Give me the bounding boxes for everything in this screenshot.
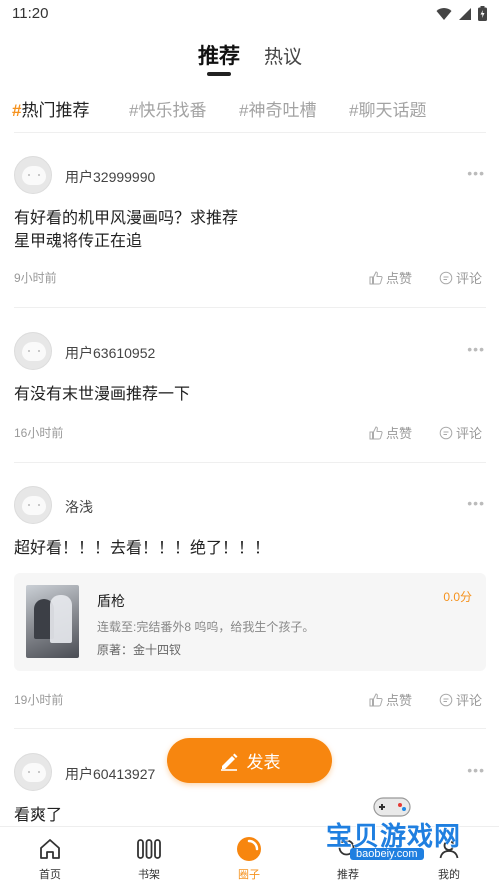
topic-chat[interactable]: #聊天话题 xyxy=(349,96,426,121)
home-icon xyxy=(40,839,60,859)
username[interactable]: 用户32999990 xyxy=(65,167,155,187)
top-tabs: 推荐 热议 xyxy=(0,36,499,80)
username[interactable]: 洛浅 xyxy=(65,497,93,517)
post-time: 9小时前 xyxy=(14,271,57,285)
nav-label: 书架 xyxy=(138,869,160,881)
edit-icon xyxy=(220,753,237,771)
topic-label: 神奇吐槽 xyxy=(248,101,317,120)
comment-label: 评论 xyxy=(456,693,483,708)
battery-icon xyxy=(478,6,487,21)
username[interactable]: 用户63610952 xyxy=(65,343,155,363)
post-content[interactable]: 看爽了 xyxy=(14,804,62,827)
avatar[interactable] xyxy=(14,156,52,194)
post-content[interactable]: 超好看！！！去看！！！绝了！！！ xyxy=(14,537,270,560)
wifi-icon xyxy=(436,7,452,20)
topic-bar: #热门推荐 #快乐找番 #神奇吐槽 #聊天话题 xyxy=(0,92,499,124)
status-time: 11:20 xyxy=(12,5,49,22)
status-bar: 11:20 xyxy=(0,0,499,28)
nav-circle[interactable]: 圈子 xyxy=(219,835,279,882)
comment-button[interactable]: 评论 xyxy=(439,268,482,287)
book-title: 盾枪 xyxy=(97,593,125,609)
more-icon[interactable]: ••• xyxy=(467,341,485,357)
topic-label: 聊天话题 xyxy=(358,101,427,120)
tab-indicator xyxy=(207,72,231,76)
like-label: 点赞 xyxy=(386,426,413,441)
profile-icon xyxy=(439,840,459,859)
bottom-nav: 首页 书架 圈子 推荐 我的 xyxy=(0,826,499,887)
like-label: 点赞 xyxy=(386,693,413,708)
more-icon[interactable]: ••• xyxy=(467,165,485,181)
nav-recommend[interactable]: 推荐 xyxy=(318,835,378,882)
thumbs-up-icon xyxy=(369,270,383,284)
thumbs-up-icon xyxy=(369,692,383,706)
avatar[interactable] xyxy=(14,753,52,791)
post-time: 19小时前 xyxy=(14,693,64,707)
bookshelf-icon xyxy=(137,839,161,859)
like-button[interactable]: 点赞 xyxy=(369,690,412,709)
comment-icon xyxy=(439,426,453,439)
comment-icon xyxy=(439,693,453,706)
like-label: 点赞 xyxy=(386,271,413,286)
tab-hot[interactable]: 热议 xyxy=(264,42,302,69)
comment-label: 评论 xyxy=(456,271,483,286)
nav-label: 首页 xyxy=(39,869,61,881)
nav-bookshelf[interactable]: 书架 xyxy=(119,835,179,882)
nav-label: 圈子 xyxy=(238,869,260,881)
comment-icon xyxy=(439,271,453,284)
book-score: 0.0分 xyxy=(443,590,472,604)
topic-find-anime[interactable]: #快乐找番 xyxy=(129,96,206,121)
post-time: 16小时前 xyxy=(14,426,64,440)
comment-button[interactable]: 评论 xyxy=(439,423,482,442)
topic-rant[interactable]: #神奇吐槽 xyxy=(239,96,316,121)
status-icons xyxy=(436,6,487,21)
like-button[interactable]: 点赞 xyxy=(369,423,412,442)
avatar[interactable] xyxy=(14,486,52,524)
nav-label: 我的 xyxy=(438,869,460,881)
divider xyxy=(14,307,486,308)
like-button[interactable]: 点赞 xyxy=(369,268,412,287)
post-content[interactable]: 有好看的机甲风漫画吗？求推荐 星甲魂将传正在追 xyxy=(14,207,238,253)
book-card[interactable]: 盾枪 0.0分 连载至:完结番外8 呜呜，给我生个孩子。 原著：金十四钗 xyxy=(14,573,486,671)
topic-hot-recommend[interactable]: #热门推荐 xyxy=(12,96,89,121)
recommend-icon xyxy=(338,839,358,859)
nav-label: 推荐 xyxy=(337,869,359,881)
divider xyxy=(14,462,486,463)
nav-profile[interactable]: 我的 xyxy=(419,835,479,882)
nav-home[interactable]: 首页 xyxy=(20,835,80,882)
topic-label: 快乐找番 xyxy=(138,101,207,120)
publish-button[interactable]: 发表 xyxy=(167,738,332,783)
thumbs-up-icon xyxy=(369,425,383,439)
comment-label: 评论 xyxy=(456,426,483,441)
publish-label: 发表 xyxy=(246,753,281,772)
more-icon[interactable]: ••• xyxy=(467,762,485,778)
gamepad-icon xyxy=(373,797,411,817)
signal-icon xyxy=(459,7,471,20)
avatar[interactable] xyxy=(14,332,52,370)
more-icon[interactable]: ••• xyxy=(467,495,485,511)
comment-button[interactable]: 评论 xyxy=(439,690,482,709)
username[interactable]: 用户60413927 xyxy=(65,764,155,784)
tab-recommend[interactable]: 推荐 xyxy=(198,40,240,70)
book-cover xyxy=(26,585,79,658)
circle-icon xyxy=(237,837,261,861)
topic-label: 热门推荐 xyxy=(21,101,90,120)
post-content[interactable]: 有没有末世漫画推荐一下 xyxy=(14,383,190,406)
divider xyxy=(14,132,486,133)
book-author: 原著：金十四钗 xyxy=(97,643,182,657)
book-status: 连载至:完结番外8 呜呜，给我生个孩子。 xyxy=(97,620,315,634)
divider xyxy=(14,728,486,729)
